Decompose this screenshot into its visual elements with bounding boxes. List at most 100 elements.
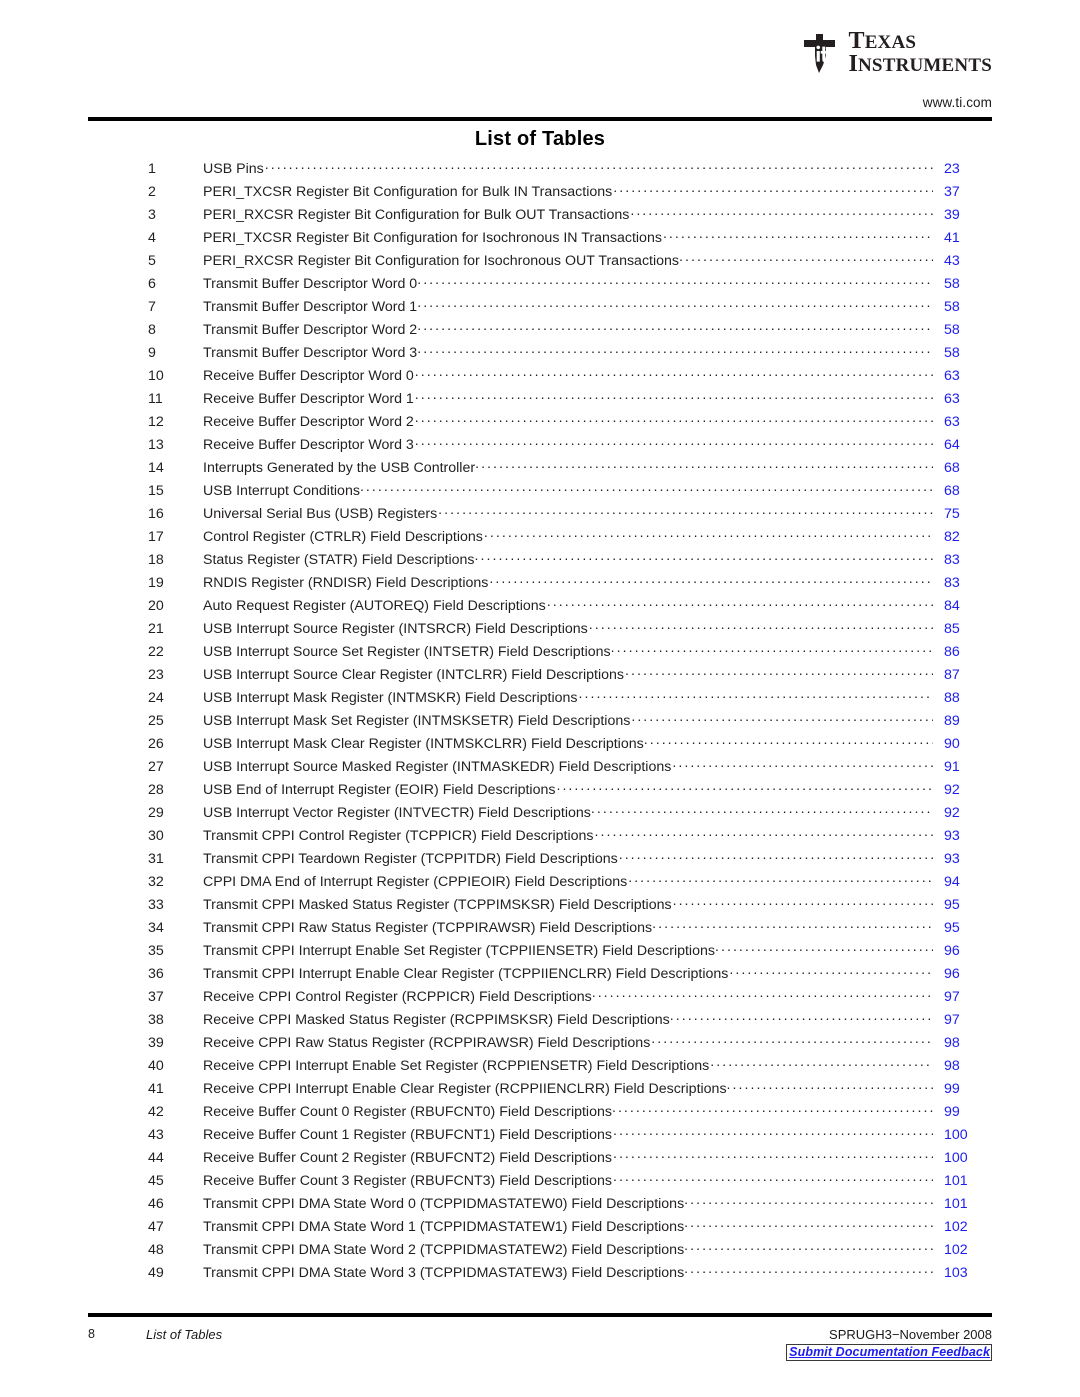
toc-entry-page[interactable]: 23 xyxy=(935,161,992,177)
toc-entry[interactable]: 34 Transmit CPPI Raw Status Register (TCP… xyxy=(88,918,992,941)
toc-entry-page[interactable]: 97 xyxy=(935,989,992,1005)
toc-entry-label[interactable]: Transmit CPPI DMA State Word 0 (TCPPIDMA… xyxy=(203,1196,684,1212)
toc-entry-page[interactable]: 83 xyxy=(935,552,992,568)
toc-entry-label[interactable]: CPPI DMA End of Interrupt Register (CPPI… xyxy=(203,874,627,890)
toc-entry[interactable]: 1 USB Pins 23 xyxy=(88,159,992,182)
toc-entry-label[interactable]: Auto Request Register (AUTOREQ) Field De… xyxy=(203,598,546,614)
toc-entry-page[interactable]: 85 xyxy=(935,621,992,637)
toc-entry[interactable]: 15 USB Interrupt Conditions 68 xyxy=(88,481,992,504)
toc-entry[interactable]: 14 Interrupts Generated by the USB Contro… xyxy=(88,458,992,481)
toc-entry-label[interactable]: Interrupts Generated by the USB Controll… xyxy=(203,460,475,476)
toc-entry-label[interactable]: Transmit Buffer Descriptor Word 2 xyxy=(203,322,417,338)
toc-entry[interactable]: 3 PERI_RXCSR Register Bit Configuration f… xyxy=(88,205,992,228)
toc-entry[interactable]: 23 USB Interrupt Source Clear Register (I… xyxy=(88,665,992,688)
toc-entry[interactable]: 26 USB Interrupt Mask Clear Register (INT… xyxy=(88,734,992,757)
toc-entry-label[interactable]: Receive Buffer Count 2 Register (RBUFCNT… xyxy=(203,1150,612,1166)
toc-entry-label[interactable]: RNDIS Register (RNDISR) Field Descriptio… xyxy=(203,575,488,591)
toc-entry-label[interactable]: Receive Buffer Descriptor Word 2 xyxy=(203,414,414,430)
toc-entry-label[interactable]: USB End of Interrupt Register (EOIR) Fie… xyxy=(203,782,555,798)
toc-entry-label[interactable]: USB Interrupt Source Masked Register (IN… xyxy=(203,759,671,775)
toc-entry[interactable]: 38 Receive CPPI Masked Status Register (R… xyxy=(88,1010,992,1033)
toc-entry-label[interactable]: Transmit CPPI Raw Status Register (TCPPI… xyxy=(203,920,652,936)
toc-entry-label[interactable]: Receive Buffer Descriptor Word 1 xyxy=(203,391,414,407)
toc-entry-label[interactable]: Transmit Buffer Descriptor Word 1 xyxy=(203,299,417,315)
toc-entry-page[interactable]: 82 xyxy=(935,529,992,545)
toc-entry-page[interactable]: 96 xyxy=(935,966,992,982)
toc-entry-page[interactable]: 58 xyxy=(935,299,992,315)
toc-entry[interactable]: 11 Receive Buffer Descriptor Word 1 63 xyxy=(88,389,992,412)
toc-entry[interactable]: 48 Transmit CPPI DMA State Word 2 (TCPPID… xyxy=(88,1240,992,1263)
toc-entry-page[interactable]: 95 xyxy=(935,920,992,936)
site-url[interactable]: www.ti.com xyxy=(923,95,992,110)
toc-entry-label[interactable]: Transmit CPPI Interrupt Enable Clear Reg… xyxy=(203,966,728,982)
toc-entry-page[interactable]: 63 xyxy=(935,368,992,384)
toc-entry-page[interactable]: 89 xyxy=(935,713,992,729)
toc-entry[interactable]: 27 USB Interrupt Source Masked Register (… xyxy=(88,757,992,780)
toc-entry-page[interactable]: 58 xyxy=(935,276,992,292)
toc-entry-page[interactable]: 93 xyxy=(935,851,992,867)
toc-entry[interactable]: 45 Receive Buffer Count 3 Register (RBUFC… xyxy=(88,1171,992,1194)
toc-entry-page[interactable]: 101 xyxy=(935,1173,992,1189)
toc-entry-page[interactable]: 94 xyxy=(935,874,992,890)
toc-entry-page[interactable]: 63 xyxy=(935,391,992,407)
toc-entry[interactable]: 16 Universal Serial Bus (USB) Registers 75 xyxy=(88,504,992,527)
toc-entry-label[interactable]: Receive CPPI Interrupt Enable Clear Regi… xyxy=(203,1081,727,1097)
toc-entry-label[interactable]: Transmit CPPI DMA State Word 1 (TCPPIDMA… xyxy=(203,1219,684,1235)
toc-entry[interactable]: 18 Status Register (STATR) Field Descript… xyxy=(88,550,992,573)
submit-documentation-feedback-link[interactable]: Submit Documentation Feedback xyxy=(786,1344,992,1361)
toc-entry[interactable]: 30 Transmit CPPI Control Register (TCPPIC… xyxy=(88,826,992,849)
toc-entry-page[interactable]: 37 xyxy=(935,184,992,200)
toc-entry[interactable]: 22 USB Interrupt Source Set Register (INT… xyxy=(88,642,992,665)
toc-entry-label[interactable]: Receive Buffer Count 0 Register (RBUFCNT… xyxy=(203,1104,612,1120)
toc-entry-page[interactable]: 58 xyxy=(935,345,992,361)
toc-entry-page[interactable]: 91 xyxy=(935,759,992,775)
toc-entry-label[interactable]: Receive CPPI Masked Status Register (RCP… xyxy=(203,1012,670,1028)
toc-entry[interactable]: 8 Transmit Buffer Descriptor Word 2 58 xyxy=(88,320,992,343)
toc-entry-page[interactable]: 99 xyxy=(935,1081,992,1097)
toc-entry-label[interactable]: PERI_RXCSR Register Bit Configuration fo… xyxy=(203,253,679,269)
toc-entry-label[interactable]: PERI_TXCSR Register Bit Configuration fo… xyxy=(203,230,662,246)
toc-entry-label[interactable]: USB Interrupt Vector Register (INTVECTR)… xyxy=(203,805,591,821)
toc-entry-label[interactable]: Receive Buffer Descriptor Word 0 xyxy=(203,368,414,384)
toc-entry-page[interactable]: 100 xyxy=(935,1127,992,1143)
toc-entry-label[interactable]: USB Interrupt Conditions xyxy=(203,483,360,499)
toc-entry-label[interactable]: Control Register (CTRLR) Field Descripti… xyxy=(203,529,483,545)
toc-entry[interactable]: 49 Transmit CPPI DMA State Word 3 (TCPPID… xyxy=(88,1263,992,1286)
toc-entry-page[interactable]: 41 xyxy=(935,230,992,246)
toc-entry[interactable]: 20 Auto Request Register (AUTOREQ) Field … xyxy=(88,596,992,619)
toc-entry-label[interactable]: Transmit CPPI Control Register (TCPPICR)… xyxy=(203,828,594,844)
toc-entry-page[interactable]: 97 xyxy=(935,1012,992,1028)
toc-entry-label[interactable]: Transmit Buffer Descriptor Word 0 xyxy=(203,276,417,292)
toc-entry-page[interactable]: 58 xyxy=(935,322,992,338)
toc-entry[interactable]: 29 USB Interrupt Vector Register (INTVECT… xyxy=(88,803,992,826)
toc-entry-page[interactable]: 68 xyxy=(935,460,992,476)
toc-entry[interactable]: 31 Transmit CPPI Teardown Register (TCPPI… xyxy=(88,849,992,872)
toc-entry-page[interactable]: 93 xyxy=(935,828,992,844)
toc-entry-page[interactable]: 103 xyxy=(935,1265,992,1281)
toc-entry-page[interactable]: 96 xyxy=(935,943,992,959)
toc-entry[interactable]: 13 Receive Buffer Descriptor Word 3 64 xyxy=(88,435,992,458)
toc-entry-label[interactable]: Receive CPPI Control Register (RCPPICR) … xyxy=(203,989,592,1005)
toc-entry[interactable]: 43 Receive Buffer Count 1 Register (RBUFC… xyxy=(88,1125,992,1148)
toc-entry-page[interactable]: 84 xyxy=(935,598,992,614)
toc-entry-page[interactable]: 90 xyxy=(935,736,992,752)
toc-entry-page[interactable]: 63 xyxy=(935,414,992,430)
toc-entry-page[interactable]: 98 xyxy=(935,1035,992,1051)
toc-entry-page[interactable]: 88 xyxy=(935,690,992,706)
toc-entry[interactable]: 37 Receive CPPI Control Register (RCPPICR… xyxy=(88,987,992,1010)
toc-entry-page[interactable]: 64 xyxy=(935,437,992,453)
toc-entry[interactable]: 33 Transmit CPPI Masked Status Register (… xyxy=(88,895,992,918)
toc-entry-page[interactable]: 87 xyxy=(935,667,992,683)
toc-entry-label[interactable]: PERI_RXCSR Register Bit Configuration fo… xyxy=(203,207,629,223)
toc-entry-page[interactable]: 92 xyxy=(935,805,992,821)
toc-entry-page[interactable]: 100 xyxy=(935,1150,992,1166)
toc-entry-page[interactable]: 83 xyxy=(935,575,992,591)
toc-entry-label[interactable]: USB Pins xyxy=(203,161,264,177)
toc-entry-label[interactable]: Transmit CPPI Masked Status Register (TC… xyxy=(203,897,672,913)
toc-entry-label[interactable]: USB Interrupt Source Set Register (INTSE… xyxy=(203,644,611,660)
toc-entry-label[interactable]: USB Interrupt Mask Clear Register (INTMS… xyxy=(203,736,644,752)
toc-entry[interactable]: 7 Transmit Buffer Descriptor Word 1 58 xyxy=(88,297,992,320)
toc-entry[interactable]: 19 RNDIS Register (RNDISR) Field Descript… xyxy=(88,573,992,596)
toc-entry-page[interactable]: 43 xyxy=(935,253,992,269)
toc-entry-page[interactable]: 102 xyxy=(935,1219,992,1235)
